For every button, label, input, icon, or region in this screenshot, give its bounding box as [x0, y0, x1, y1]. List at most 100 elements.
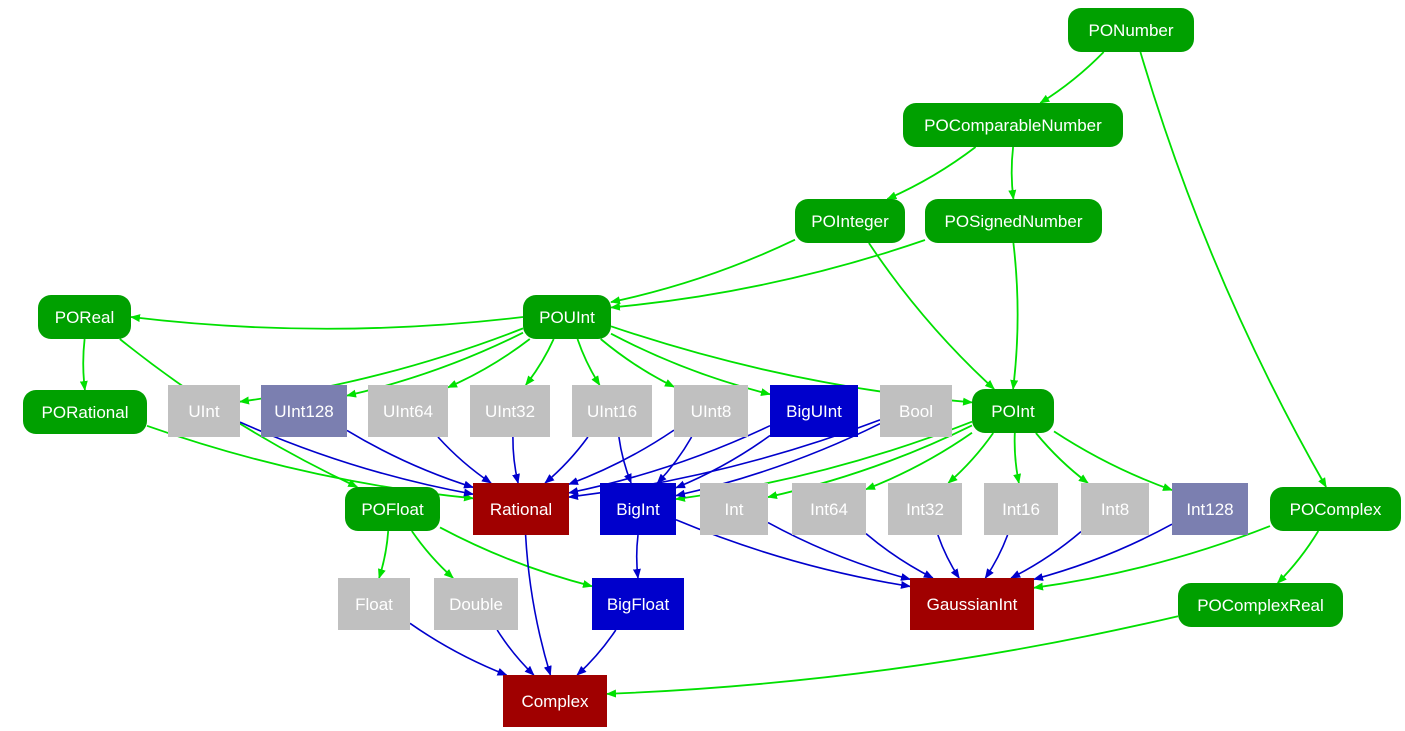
node-ponumber[interactable]: PONumber [1068, 8, 1194, 52]
edge-pocomparablenumber-to-pointeger [886, 146, 977, 200]
edge-point-to-int16 [1013, 432, 1022, 484]
edge-uint32-to-rational [512, 436, 520, 484]
edge-bigint-to-bigfloat [632, 534, 641, 579]
node-uint[interactable]: UInt [168, 385, 240, 437]
node-pocomplex[interactable]: POComplex [1270, 487, 1401, 531]
edge-rational-to-complex [524, 534, 552, 676]
node-bool[interactable]: Bool [880, 385, 952, 437]
node-int8[interactable]: Int8 [1081, 483, 1149, 535]
node-int32[interactable]: Int32 [888, 483, 962, 535]
node-label: POSignedNumber [944, 211, 1083, 231]
node-label: UInt128 [274, 401, 334, 421]
node-label: POComplex [1289, 499, 1382, 519]
node-label: POInteger [811, 211, 889, 231]
node-label: Float [355, 594, 393, 614]
node-uint128[interactable]: UInt128 [261, 385, 347, 437]
node-uint16[interactable]: UInt16 [572, 385, 652, 437]
node-porational[interactable]: PORational [23, 390, 147, 434]
edge-pofloat-to-double [411, 530, 454, 579]
node-label: Int64 [810, 499, 848, 519]
node-int64[interactable]: Int64 [792, 483, 866, 535]
edge-pouint-to-poreal [130, 314, 524, 330]
node-int128[interactable]: Int128 [1172, 483, 1248, 535]
edge-pocomplex-to-pocomplexreal [1276, 530, 1320, 584]
node-label: UInt8 [690, 401, 732, 421]
edge-int32-to-gaussianint [937, 534, 960, 579]
node-posignednumber[interactable]: POSignedNumber [925, 199, 1102, 243]
edge-uint128-to-rational [346, 429, 474, 489]
node-poreal[interactable]: POReal [38, 295, 131, 339]
node-label: POUInt [539, 307, 595, 327]
node-label: POReal [54, 307, 115, 327]
edges [79, 51, 1327, 698]
edge-poreal-to-porational [79, 338, 88, 391]
node-bigint[interactable]: BigInt [600, 483, 676, 535]
node-label: Int16 [1002, 499, 1040, 519]
node-label: POComplexReal [1197, 595, 1324, 615]
node-label: GaussianInt [926, 594, 1018, 614]
edge-ponumber-to-pocomplex [1139, 51, 1327, 488]
node-pouint[interactable]: POUInt [523, 295, 611, 339]
node-uint8[interactable]: UInt8 [674, 385, 748, 437]
node-label: Rational [489, 499, 553, 519]
node-pointeger[interactable]: POInteger [795, 199, 905, 243]
edge-pointeger-to-pouint [610, 238, 796, 305]
edge-double-to-complex [496, 629, 535, 676]
edge-posignednumber-to-pouint [610, 239, 926, 311]
node-int16[interactable]: Int16 [984, 483, 1058, 535]
node-label: UInt16 [586, 401, 638, 421]
node-int[interactable]: Int [700, 483, 768, 535]
node-label: PONumber [1088, 20, 1174, 40]
node-label: Double [449, 594, 503, 614]
node-label: BigInt [616, 499, 660, 519]
edge-pointeger-to-point [868, 242, 995, 390]
edge-int8-to-gaussianint [1010, 530, 1082, 579]
edge-point-to-int32 [947, 432, 994, 484]
node-uint64[interactable]: UInt64 [368, 385, 448, 437]
node-label: POComparableNumber [924, 115, 1102, 135]
node-label: BigUInt [786, 401, 842, 421]
edge-point-to-int128 [1053, 430, 1173, 491]
edge-pocomparablenumber-to-posignednumber [1008, 146, 1017, 200]
node-label: PORational [41, 402, 129, 422]
edge-int16-to-gaussianint [984, 534, 1009, 579]
edge-float-to-complex [409, 622, 508, 676]
edge-pouint-to-uint32 [525, 338, 555, 386]
node-label: POInt [991, 401, 1035, 421]
edge-point-to-int8 [1035, 432, 1089, 484]
edge-pouint-to-uint64 [447, 338, 531, 389]
node-gaussianint[interactable]: GaussianInt [910, 578, 1034, 630]
node-label: Bool [898, 401, 934, 421]
node-label: Complex [521, 691, 589, 711]
edge-pocomplexreal-to-complex [606, 615, 1179, 698]
node-label: Int8 [1100, 499, 1130, 519]
node-label: Int128 [1186, 499, 1234, 519]
edge-pofloat-to-float [378, 530, 390, 579]
node-label: UInt64 [382, 401, 434, 421]
node-label: UInt [188, 401, 220, 421]
edge-posignednumber-to-point [1010, 242, 1019, 390]
node-complex[interactable]: Complex [503, 675, 607, 727]
diagram-canvas: PONumber POComparableNumber POInteger POSig… [0, 0, 1405, 731]
node-pocomplexreal[interactable]: POComplexReal [1178, 583, 1343, 627]
edge-ponumber-to-pocomparablenumber [1039, 51, 1105, 104]
node-float[interactable]: Float [338, 578, 410, 630]
edge-bigfloat-to-complex [576, 629, 617, 676]
node-point[interactable]: POInt [972, 389, 1054, 433]
edge-uint8-to-rational [568, 429, 675, 485]
node-pofloat[interactable]: POFloat [345, 487, 440, 531]
edge-pouint-to-uint16 [576, 338, 601, 386]
edge-int64-to-gaussianint [865, 532, 934, 579]
node-pocomparablenumber[interactable]: POComparableNumber [903, 103, 1123, 147]
node-rational[interactable]: Rational [473, 483, 569, 535]
node-label: BigFloat [606, 594, 670, 614]
node-biguint[interactable]: BigUInt [770, 385, 858, 437]
node-label: POFloat [361, 499, 424, 519]
node-label: Int [724, 499, 744, 519]
edge-uint64-to-rational [437, 436, 492, 484]
node-uint32[interactable]: UInt32 [470, 385, 550, 437]
node-double[interactable]: Double [434, 578, 518, 630]
node-bigfloat[interactable]: BigFloat [592, 578, 684, 630]
node-label: UInt32 [484, 401, 536, 421]
edge-biguint-to-bigint [675, 434, 771, 489]
